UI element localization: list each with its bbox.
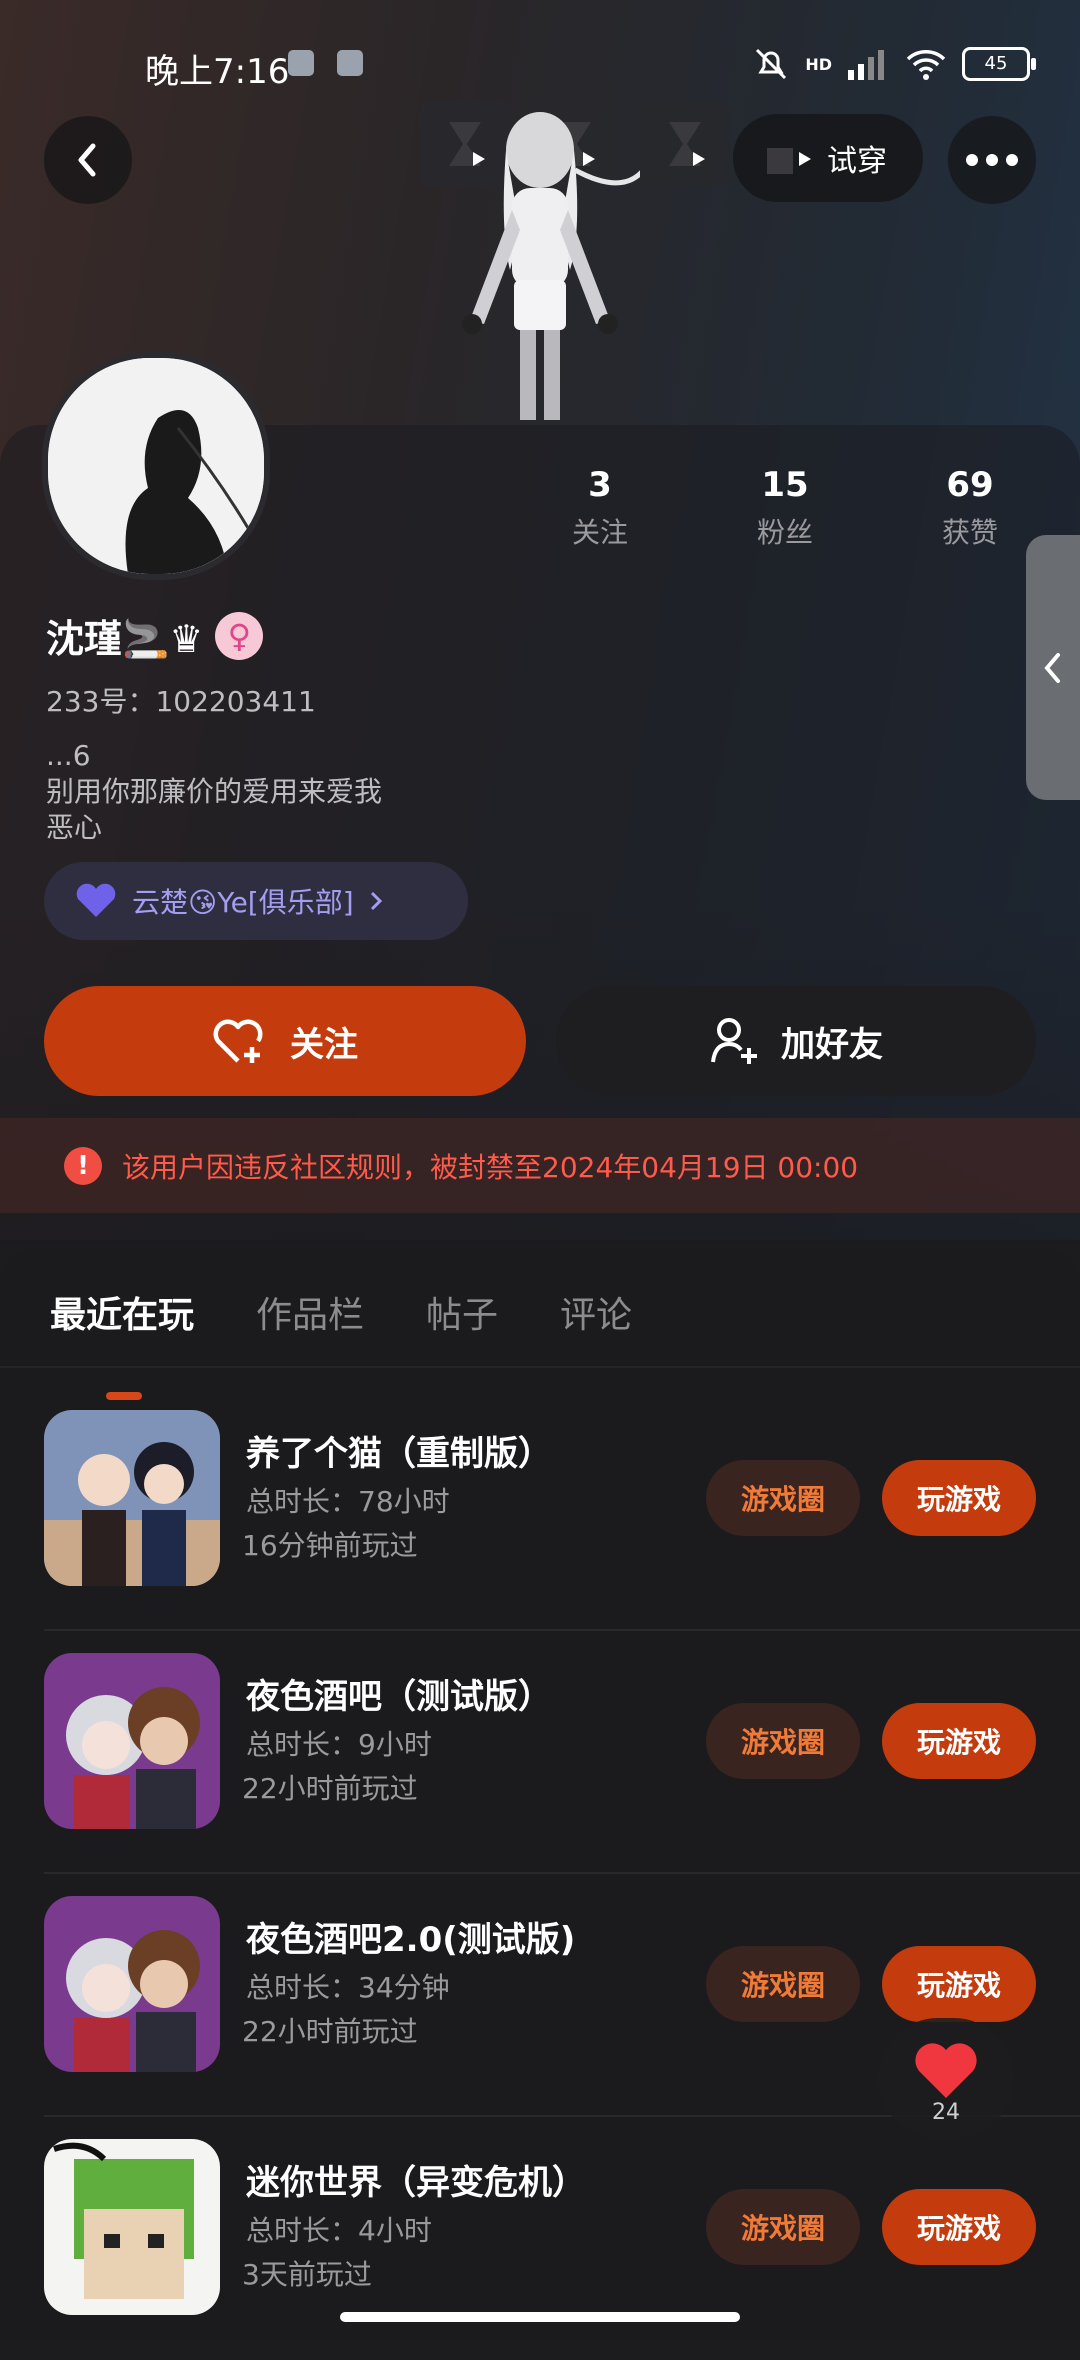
followers-stat[interactable]: 15 粉丝	[725, 465, 845, 551]
heart-plus-icon	[213, 1019, 263, 1063]
tab-works[interactable]: 作品栏	[256, 1286, 364, 1338]
follow-label: 关注	[290, 1024, 358, 1065]
back-button[interactable]	[44, 116, 132, 204]
user-id: 233号：102203411	[46, 685, 316, 718]
game-title: 迷你世界（异变危机）	[246, 2163, 586, 2203]
game-row[interactable]: 夜色酒吧（测试版） 总时长：9小时 22小时前玩过 游戏圈 玩游戏	[0, 1631, 1080, 1874]
game-last-played: 3天前玩过	[242, 2258, 372, 2291]
chevron-right-icon	[370, 891, 382, 911]
likes-count: 69	[946, 465, 994, 505]
tab-comments[interactable]: 评论	[560, 1286, 632, 1338]
notification-icon	[337, 50, 363, 76]
profile-tabs: 最近在玩 作品栏 帖子 评论	[50, 1286, 632, 1400]
play-game-button[interactable]: 玩游戏	[882, 1460, 1036, 1536]
avatar-silhouette	[48, 358, 264, 574]
tab-recently-played[interactable]: 最近在玩	[50, 1286, 194, 1400]
add-friend-button[interactable]: 加好友	[556, 986, 1036, 1096]
try-on-label: 试穿	[827, 144, 887, 179]
try-on-button[interactable]: 试穿	[733, 114, 923, 202]
wifi-icon	[906, 50, 946, 80]
hanger-play-icon	[767, 148, 811, 174]
female-gender-icon: ♀	[215, 611, 264, 660]
profile-name: 沈瑾🚬♛	[46, 617, 204, 661]
likes-label: 获赞	[941, 516, 998, 549]
game-circle-button[interactable]: 游戏圈	[706, 1703, 860, 1779]
hourglass-play-icon	[669, 122, 705, 166]
ban-notice: ! 该用户因违反社区规则，被封禁至2024年04月19日 00:00	[0, 1118, 1080, 1213]
club-badge[interactable]: 云楚😘Ye[俱乐部]	[44, 862, 468, 940]
add-user-icon	[711, 1018, 757, 1064]
game-circle-button[interactable]: 游戏圈	[706, 1946, 860, 2022]
game-list: 养了个猫（重制版） 总时长：78小时 16分钟前玩过 游戏圈 玩游戏 夜色酒吧（…	[0, 1388, 1080, 2360]
heart-icon	[915, 2043, 977, 2098]
play-game-button[interactable]: 玩游戏	[882, 1946, 1036, 2022]
followers-count: 15	[761, 465, 809, 505]
following-label: 关注	[571, 516, 628, 549]
warning-icon: !	[64, 1146, 102, 1185]
play-game-button[interactable]: 玩游戏	[882, 2189, 1036, 2265]
back-icon	[78, 143, 96, 177]
ban-notice-text: 该用户因违反社区规则，被封禁至2024年04月19日 00:00	[122, 1150, 859, 1184]
battery-icon: 45	[962, 47, 1036, 81]
mute-bell-icon	[756, 48, 787, 80]
following-stat[interactable]: 3 关注	[540, 465, 660, 551]
game-circle-button[interactable]: 游戏圈	[706, 1460, 860, 1536]
home-indicator[interactable]	[340, 2312, 740, 2322]
status-bar: 晚上7:16 HD 45	[0, 40, 1080, 92]
game-title: 养了个猫（重制版）	[246, 1434, 552, 1474]
game-thumbnail[interactable]	[44, 1410, 220, 1586]
tab-posts[interactable]: 帖子	[426, 1286, 498, 1338]
chevron-left-icon	[1044, 652, 1060, 683]
like-floating-button[interactable]: 24	[878, 2018, 1014, 2138]
status-icons: HD 45	[751, 44, 1036, 84]
game-duration: 总时长：9小时	[246, 1728, 432, 1761]
heart-club-icon	[76, 883, 116, 917]
play-game-button[interactable]: 玩游戏	[882, 1703, 1036, 1779]
game-circle-button[interactable]: 游戏圈	[706, 2189, 860, 2265]
signal-icon	[848, 50, 884, 80]
game-row[interactable]: 迷你世界（异变危机） 总时长：4小时 3天前玩过 游戏圈 玩游戏	[0, 2117, 1080, 2360]
game-duration: 总时长：78小时	[246, 1485, 450, 1518]
game-title: 夜色酒吧2.0(测试版)	[246, 1920, 576, 1960]
game-cover-image	[44, 2139, 220, 2315]
follow-button[interactable]: 关注	[44, 986, 526, 1096]
game-row[interactable]: 养了个猫（重制版） 总时长：78小时 16分钟前玩过 游戏圈 玩游戏	[0, 1388, 1080, 1631]
following-count: 3	[588, 465, 612, 505]
game-cover-image	[44, 1653, 220, 1829]
game-thumbnail[interactable]	[44, 2139, 220, 2315]
more-icon	[966, 154, 1018, 166]
followers-label: 粉丝	[756, 516, 813, 549]
game-title: 夜色酒吧（测试版）	[246, 1677, 552, 1717]
likes-stat[interactable]: 69 获赞	[910, 465, 1030, 551]
more-button[interactable]	[948, 116, 1036, 204]
avatar[interactable]	[42, 352, 270, 580]
game-last-played: 22小时前玩过	[242, 2015, 418, 2048]
animation-tile[interactable]	[640, 100, 730, 188]
add-friend-label: 加好友	[781, 1024, 883, 1065]
profile-bio: ...6 别用你那廉价的爱用来爱我 恶心	[46, 739, 383, 844]
notification-icon	[288, 50, 314, 76]
game-cover-image	[44, 1896, 220, 2072]
hd-label: HD	[805, 54, 832, 74]
profile-stats: 3 关注 15 粉丝 69 获赞	[540, 465, 1030, 551]
side-drawer-handle[interactable]	[1026, 535, 1080, 800]
game-cover-image	[44, 1410, 220, 1586]
tabs-divider	[0, 1366, 1080, 1368]
game-thumbnail[interactable]	[44, 1653, 220, 1829]
club-name: 云楚😘Ye[俱乐部]	[132, 886, 354, 919]
like-count: 24	[932, 2100, 960, 2125]
game-last-played: 22小时前玩过	[242, 1772, 418, 1805]
game-duration: 总时长：4小时	[246, 2214, 432, 2247]
character-avatar-3d[interactable]	[440, 110, 640, 420]
status-time: 晚上7:16	[145, 52, 290, 92]
game-duration: 总时长：34分钟	[246, 1971, 450, 2004]
content-panel: 最近在玩 作品栏 帖子 评论 养了个猫（重制版） 总时长：78小时 16分钟前玩…	[0, 1248, 1080, 2340]
game-last-played: 16分钟前玩过	[242, 1529, 418, 1562]
game-thumbnail[interactable]	[44, 1896, 220, 2072]
profile-name-row: 沈瑾🚬♛ ♀	[46, 608, 264, 663]
